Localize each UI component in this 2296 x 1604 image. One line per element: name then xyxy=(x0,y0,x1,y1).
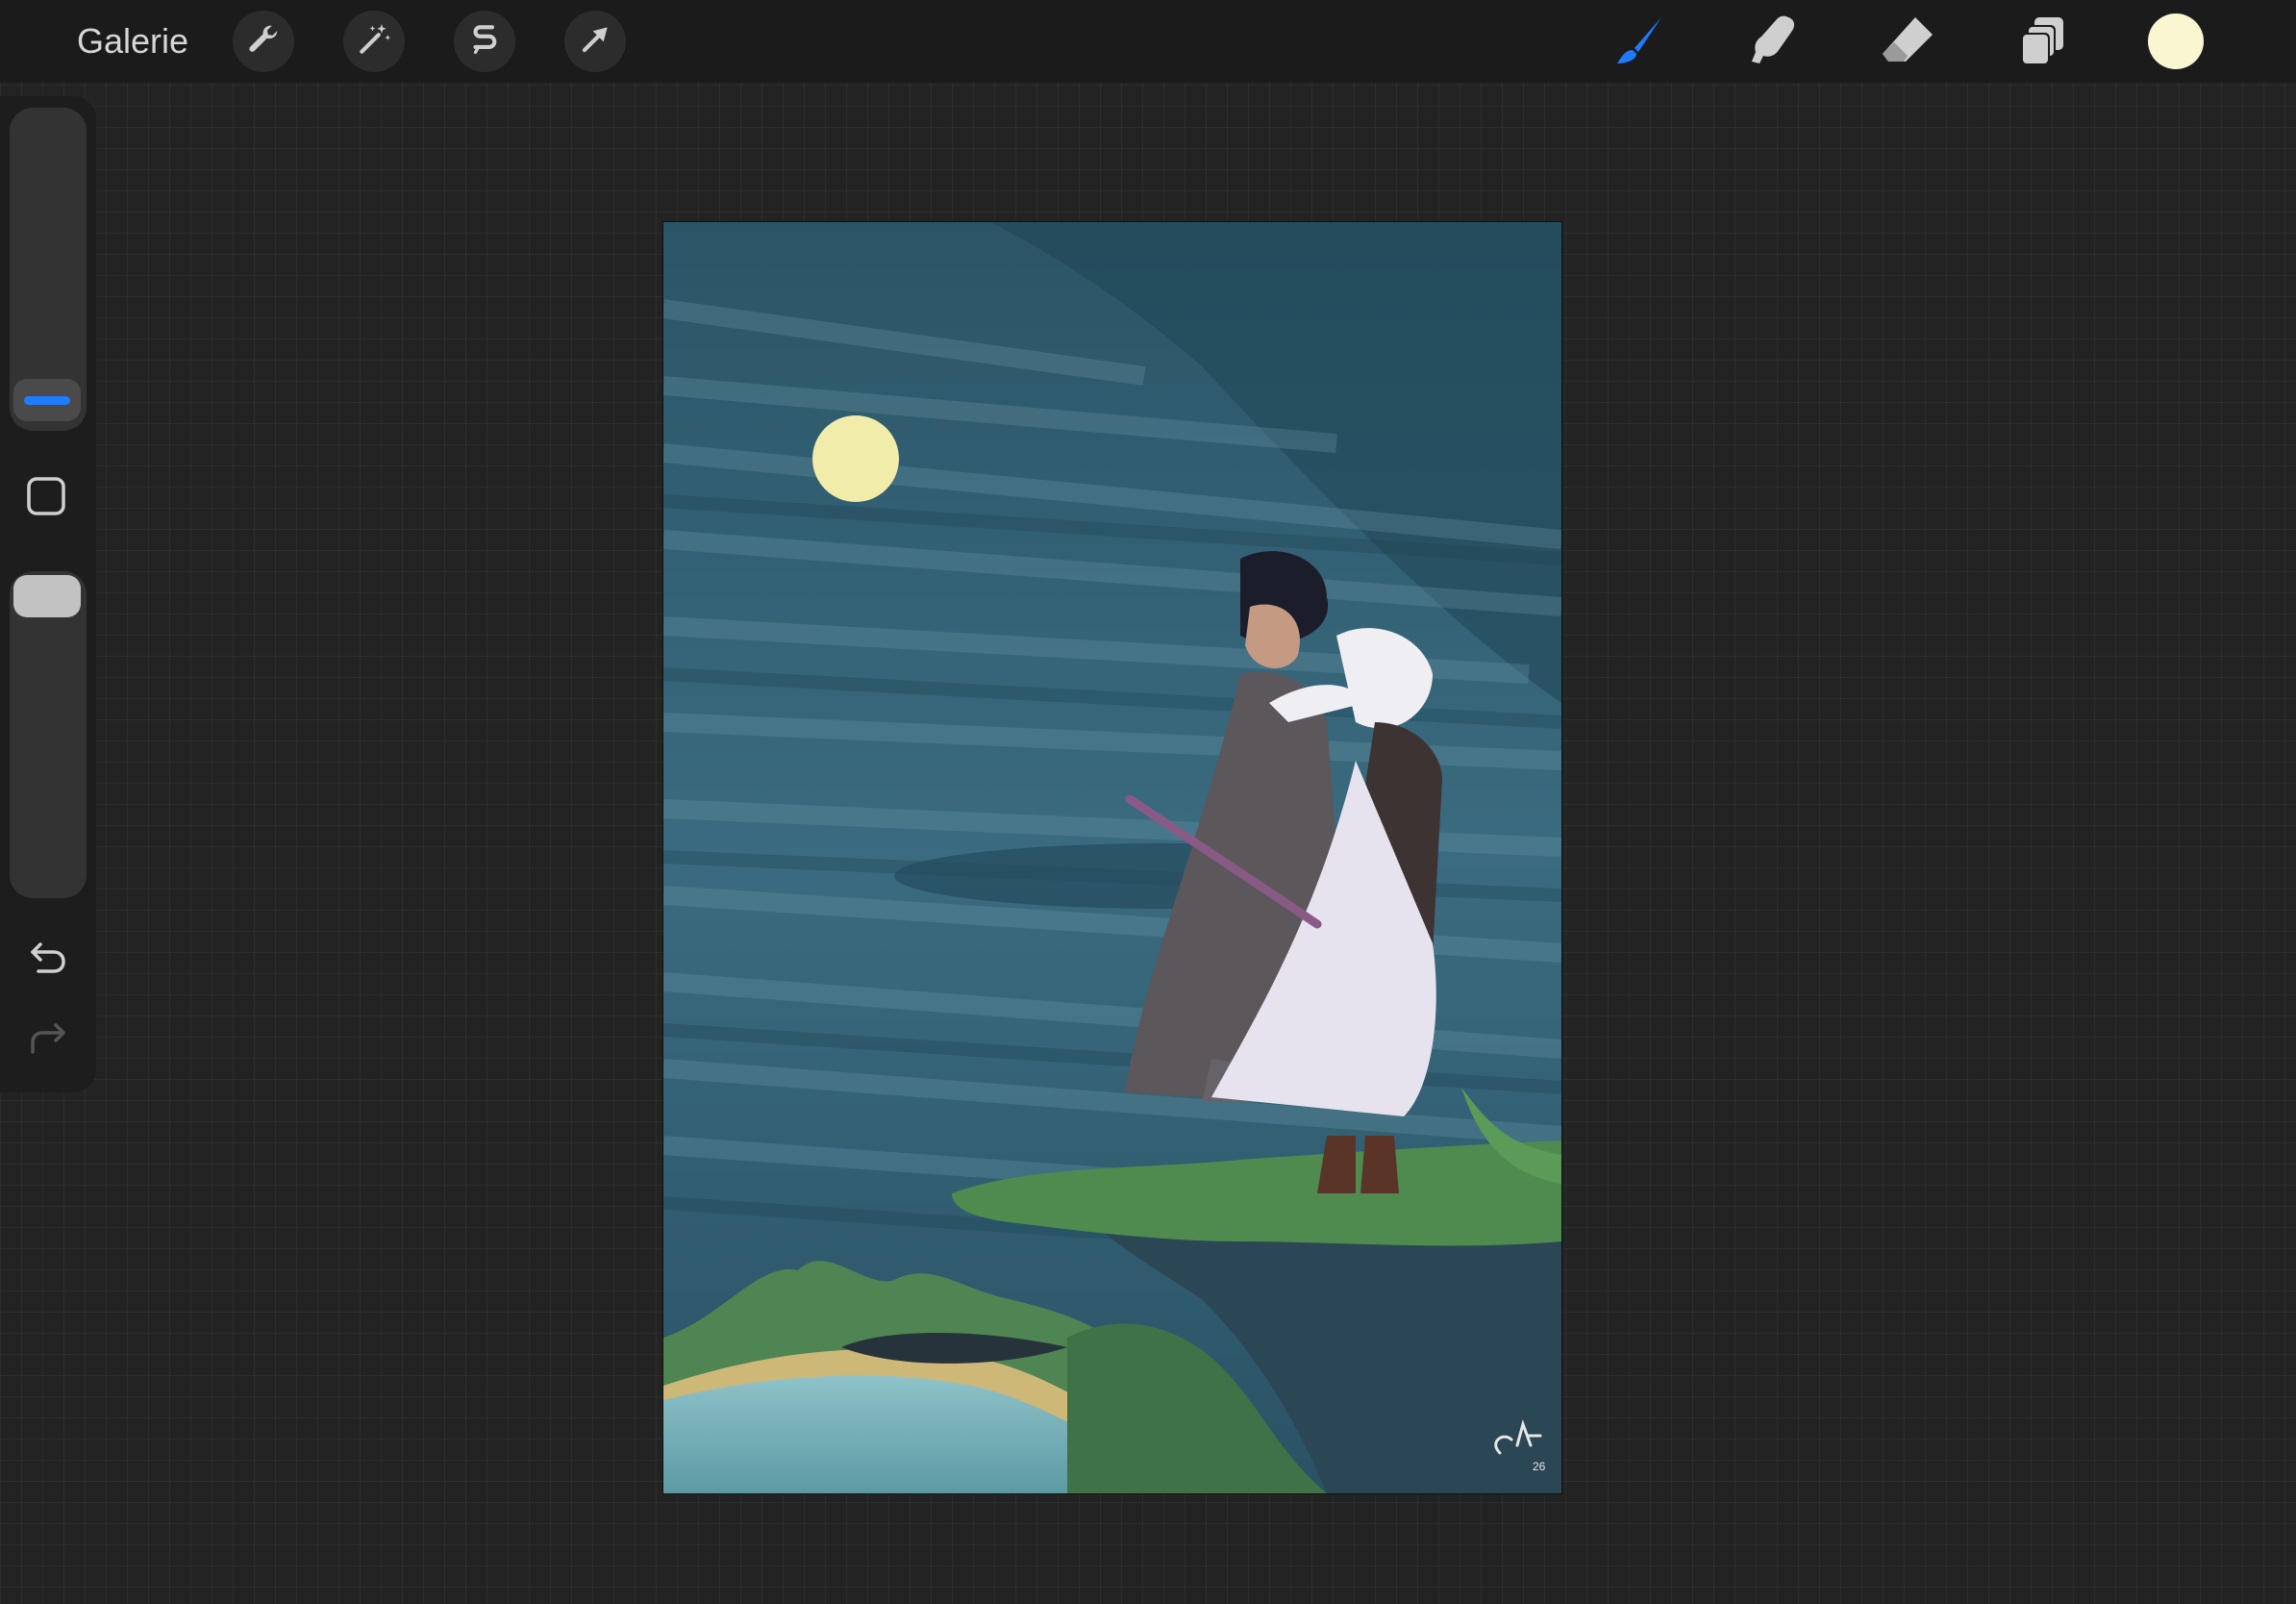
selection-button[interactable] xyxy=(454,11,515,72)
eraser-icon xyxy=(1879,12,1936,74)
artwork-canvas[interactable]: 26 xyxy=(663,222,1561,1493)
transform-button[interactable] xyxy=(564,11,626,72)
brush-size-slider[interactable] xyxy=(10,108,87,431)
undo-icon xyxy=(27,937,69,984)
color-swatch[interactable] xyxy=(2148,13,2204,69)
redo-icon xyxy=(27,1017,69,1065)
left-sidebar xyxy=(0,96,96,1092)
gallery-button[interactable]: Galerie xyxy=(77,17,188,65)
opacity-slider[interactable] xyxy=(10,571,87,898)
actions-button[interactable] xyxy=(233,11,294,72)
brush-size-knob[interactable] xyxy=(13,379,81,421)
undo-button[interactable] xyxy=(25,937,71,983)
magic-wand-icon xyxy=(356,21,392,63)
brush-button[interactable] xyxy=(1611,13,1669,71)
smudge-finger-icon xyxy=(1744,12,1802,74)
adjustments-button[interactable] xyxy=(343,11,405,72)
top-toolbar: Galerie xyxy=(0,0,2296,83)
eraser-button[interactable] xyxy=(1879,13,1936,71)
selection-s-icon xyxy=(466,21,503,63)
modify-button[interactable] xyxy=(27,476,65,517)
layers-button[interactable] xyxy=(2013,13,2071,71)
smudge-button[interactable] xyxy=(1744,13,1802,71)
wrench-icon xyxy=(245,21,282,63)
signature-year: 26 xyxy=(1533,1460,1546,1473)
layers-icon xyxy=(2013,12,2071,74)
moon xyxy=(812,415,899,502)
brush-size-indicator xyxy=(24,396,70,405)
opacity-knob[interactable] xyxy=(13,575,81,617)
brush-icon xyxy=(1611,12,1669,74)
redo-button[interactable] xyxy=(25,1017,71,1064)
square-icon xyxy=(25,475,67,522)
transform-arrow-icon xyxy=(577,21,613,63)
